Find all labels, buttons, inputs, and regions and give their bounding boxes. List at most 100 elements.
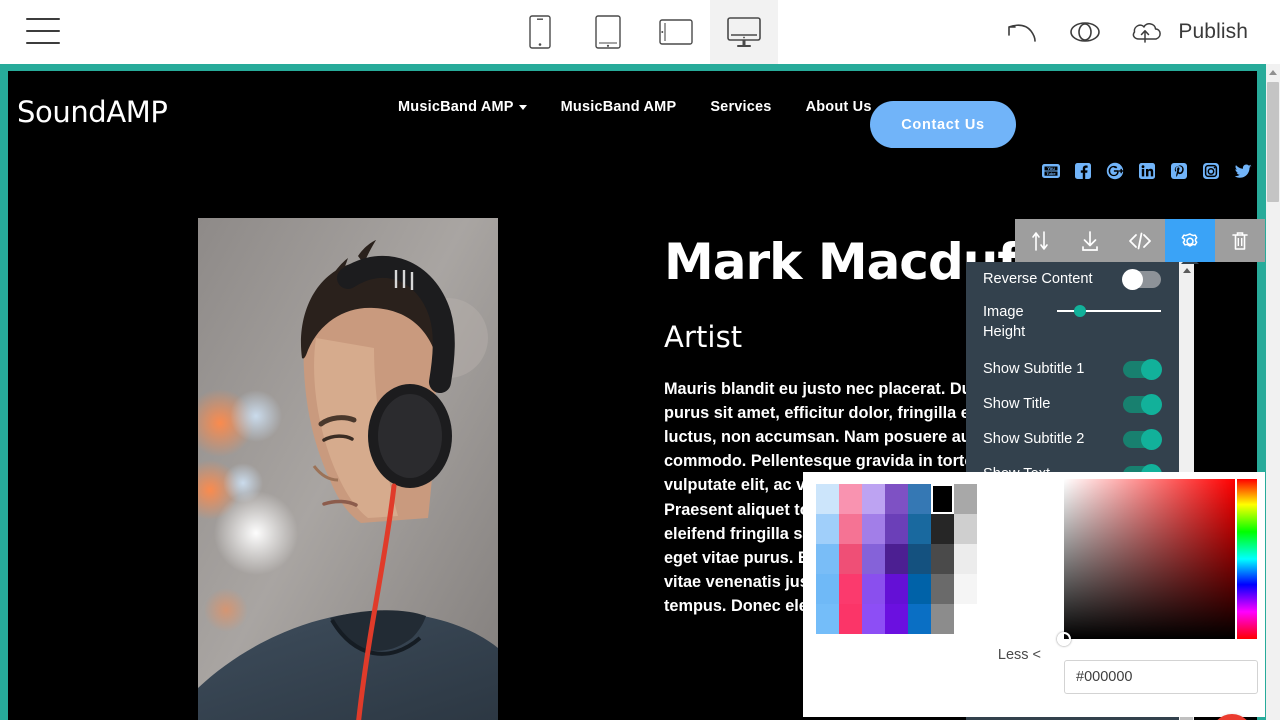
image-height-slider[interactable] xyxy=(1057,302,1161,320)
hamburger-bar xyxy=(26,42,60,44)
publish-button[interactable]: Publish xyxy=(1129,17,1248,47)
palette-swatch[interactable] xyxy=(931,514,954,544)
palette-swatch[interactable] xyxy=(885,604,908,634)
instagram-icon[interactable] xyxy=(1199,159,1223,183)
reverse-content-toggle[interactable] xyxy=(1122,269,1161,290)
palette-swatch[interactable] xyxy=(931,544,954,574)
toggle-knob xyxy=(1141,359,1162,380)
page-scrollbar[interactable] xyxy=(1266,64,1280,720)
download-block-icon[interactable] xyxy=(1065,219,1115,262)
setting-label: Show Subtitle 1 xyxy=(983,361,1085,378)
toggle-knob xyxy=(1122,269,1143,290)
palette-swatch[interactable] xyxy=(816,544,839,574)
palette-swatch[interactable] xyxy=(862,484,885,514)
facebook-icon[interactable] xyxy=(1071,159,1095,183)
device-phone-portrait-button[interactable] xyxy=(506,0,574,64)
google-plus-icon[interactable] xyxy=(1103,159,1127,183)
palette-swatch[interactable] xyxy=(839,604,862,634)
code-editor-icon[interactable] xyxy=(1115,219,1165,262)
color-palette-grid xyxy=(816,484,977,634)
cloud-upload-icon xyxy=(1133,23,1162,43)
palette-section: Less < xyxy=(803,472,1053,717)
palette-swatch[interactable] xyxy=(954,514,977,544)
palette-swatch[interactable] xyxy=(839,574,862,604)
setting-label: Show Title xyxy=(983,396,1051,413)
palette-swatch[interactable] xyxy=(839,544,862,574)
palette-swatch[interactable] xyxy=(839,484,862,514)
svg-text:Tube: Tube xyxy=(1046,171,1056,176)
hamburger-menu-icon[interactable] xyxy=(26,18,60,44)
palette-swatch-selected[interactable] xyxy=(931,484,954,514)
setting-row-show-subtitle-2: Show Subtitle 2 xyxy=(966,422,1179,457)
palette-swatch[interactable] xyxy=(839,514,862,544)
less-toggle-link[interactable]: Less < xyxy=(998,647,1041,663)
color-picker-section xyxy=(1053,472,1265,717)
palette-swatch[interactable] xyxy=(954,484,977,514)
page-scroll-up-arrow-icon[interactable] xyxy=(1266,64,1280,80)
contact-us-button[interactable]: Contact Us xyxy=(870,101,1016,148)
linkedin-icon[interactable] xyxy=(1135,159,1159,183)
show-subtitle-1-toggle[interactable] xyxy=(1123,359,1162,380)
site-logo[interactable]: SoundAMP xyxy=(17,95,168,129)
color-picker-popup: Less < xyxy=(803,472,1265,717)
nav-item-musicband-amp-dropdown[interactable]: MusicBand AMP xyxy=(381,99,544,115)
device-desktop-button[interactable] xyxy=(710,0,778,64)
undo-icon[interactable] xyxy=(1003,19,1041,45)
sv-black-overlay xyxy=(1064,479,1235,639)
palette-swatch[interactable] xyxy=(816,484,839,514)
pinterest-icon[interactable] xyxy=(1167,159,1191,183)
youtube-icon[interactable]: You Tube xyxy=(1039,159,1063,183)
site-canvas: SoundAMP MusicBand AMP MusicBand AMP Ser… xyxy=(0,64,1280,720)
palette-swatch[interactable] xyxy=(908,484,931,514)
setting-row-reverse-content: Reverse Content xyxy=(966,262,1179,297)
palette-swatch[interactable] xyxy=(885,544,908,574)
palette-swatch[interactable] xyxy=(862,574,885,604)
palette-swatch[interactable] xyxy=(931,574,954,604)
nav-item-services[interactable]: Services xyxy=(693,99,788,115)
hero-image[interactable] xyxy=(198,218,498,720)
palette-swatch[interactable] xyxy=(908,604,931,634)
phone-portrait-icon xyxy=(529,15,551,49)
palette-swatch[interactable] xyxy=(885,514,908,544)
show-title-toggle[interactable] xyxy=(1123,394,1162,415)
palette-swatch[interactable] xyxy=(931,604,954,634)
trash-delete-icon[interactable] xyxy=(1215,219,1265,262)
eye-preview-icon[interactable] xyxy=(1065,19,1105,45)
palette-swatch[interactable] xyxy=(816,514,839,544)
slider-track xyxy=(1057,310,1161,312)
saturation-value-square[interactable] xyxy=(1057,479,1235,646)
palette-swatch[interactable] xyxy=(862,514,885,544)
palette-swatch[interactable] xyxy=(954,574,977,604)
scroll-up-arrow-icon[interactable] xyxy=(1179,262,1194,278)
palette-swatch[interactable] xyxy=(885,574,908,604)
social-links: You Tube xyxy=(1039,159,1255,183)
app-toolbar: Publish xyxy=(0,0,1280,64)
setting-row-show-title: Show Title xyxy=(966,387,1179,422)
page-scrollbar-thumb[interactable] xyxy=(1267,82,1279,202)
nav-item-musicband-amp[interactable]: MusicBand AMP xyxy=(544,99,694,115)
hex-color-input[interactable] xyxy=(1064,660,1258,694)
device-tablet-portrait-button[interactable] xyxy=(574,0,642,64)
palette-swatch[interactable] xyxy=(954,544,977,574)
palette-swatch[interactable] xyxy=(908,574,931,604)
palette-swatch[interactable] xyxy=(816,604,839,634)
palette-swatch[interactable] xyxy=(954,604,977,634)
palette-swatch[interactable] xyxy=(908,544,931,574)
toggle-knob xyxy=(1141,394,1162,415)
hue-slider-strip[interactable] xyxy=(1237,479,1257,639)
device-tablet-landscape-button[interactable] xyxy=(642,0,710,64)
hamburger-bar xyxy=(26,30,60,32)
gear-settings-icon[interactable] xyxy=(1165,219,1215,262)
man-with-headphones-photo xyxy=(198,218,498,720)
palette-swatch[interactable] xyxy=(862,604,885,634)
palette-swatch[interactable] xyxy=(885,484,908,514)
palette-swatch[interactable] xyxy=(908,514,931,544)
show-subtitle-2-toggle[interactable] xyxy=(1123,429,1162,450)
sv-selection-marker[interactable] xyxy=(1057,632,1071,646)
twitter-icon[interactable] xyxy=(1231,159,1255,183)
chevron-down-icon xyxy=(518,104,527,110)
palette-swatch[interactable] xyxy=(862,544,885,574)
palette-swatch[interactable] xyxy=(816,574,839,604)
move-block-icon[interactable] xyxy=(1015,219,1065,262)
slider-knob[interactable] xyxy=(1074,305,1086,317)
